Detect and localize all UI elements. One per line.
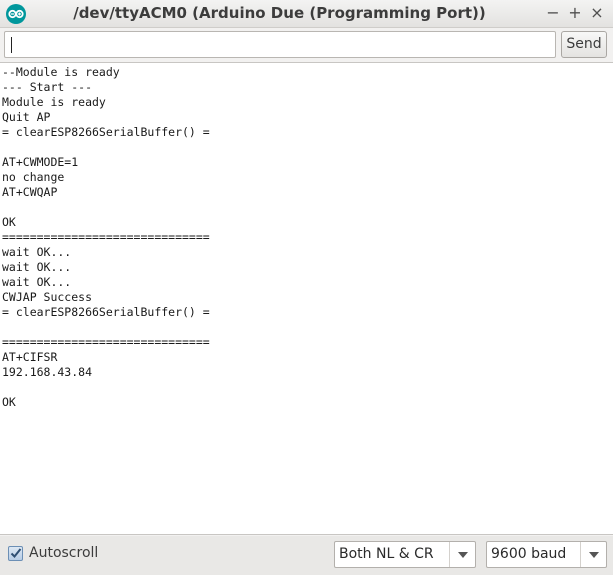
output-line: OK — [2, 215, 16, 229]
output-line: wait OK... — [2, 275, 72, 289]
arduino-logo-icon — [6, 4, 26, 24]
output-line: AT+CWMODE=1 — [2, 155, 79, 169]
autoscroll-checkbox[interactable] — [8, 546, 23, 561]
serial-output[interactable]: --Module is ready --- Start --- Module is … — [0, 62, 613, 535]
checkmark-icon — [10, 548, 22, 558]
output-line: Quit AP — [2, 110, 51, 124]
maximize-icon[interactable]: + — [564, 3, 586, 25]
autoscroll-label[interactable]: Autoscroll — [29, 545, 98, 561]
close-icon[interactable]: × — [586, 3, 608, 25]
line-ending-value: Both NL & CR — [339, 546, 434, 562]
output-line: Module is ready — [2, 95, 106, 109]
text-caret — [11, 37, 12, 53]
baud-rate-value: 9600 baud — [491, 546, 567, 562]
output-line: AT+CIFSR — [2, 350, 58, 364]
dropdown-arrow-icon — [580, 542, 606, 567]
status-bar: Autoscroll Both NL & CR 9600 baud — [0, 536, 613, 575]
serial-input[interactable] — [4, 31, 556, 58]
output-line: --Module is ready — [2, 65, 120, 79]
output-line: CWJAP Success — [2, 290, 93, 304]
output-line: = clearESP8266SerialBuffer() = — [2, 305, 210, 319]
output-line: no change — [2, 170, 65, 184]
send-button[interactable]: Send — [561, 31, 607, 58]
dropdown-arrow-icon — [449, 542, 475, 567]
baud-rate-select[interactable]: 9600 baud — [486, 541, 607, 568]
output-line: AT+CWQAP — [2, 185, 58, 199]
window-title: /dev/ttyACM0 (Arduino Due (Programming P… — [73, 4, 486, 22]
line-ending-select[interactable]: Both NL & CR — [334, 541, 476, 568]
minimize-icon[interactable]: − — [542, 3, 564, 25]
output-line: wait OK... — [2, 245, 72, 259]
output-line: = clearESP8266SerialBuffer() = — [2, 125, 210, 139]
output-line: wait OK... — [2, 260, 72, 274]
output-line: ============================== — [2, 335, 210, 349]
output-line: OK — [2, 395, 16, 409]
send-row: Send — [0, 28, 613, 61]
output-line: --- Start --- — [2, 80, 93, 94]
output-line: 192.168.43.84 — [2, 365, 93, 379]
title-bar: /dev/ttyACM0 (Arduino Due (Programming P… — [0, 0, 613, 28]
output-line: ============================== — [2, 230, 210, 244]
